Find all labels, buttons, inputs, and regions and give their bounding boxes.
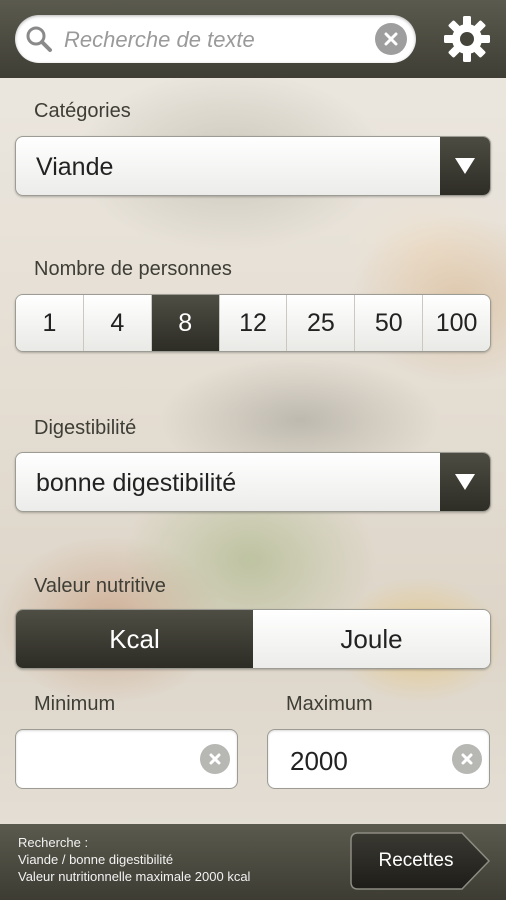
digestibility-label: Digestibilité — [34, 417, 137, 439]
search-summary: Recherche : Viande / bonne digestibilité… — [18, 834, 250, 885]
dropdown-arrow-icon[interactable] — [440, 453, 490, 511]
unit-joule-button[interactable]: Joule — [253, 610, 490, 668]
digestibility-dropdown[interactable]: bonne digestibilité — [15, 452, 491, 512]
summary-line: Recherche : — [18, 835, 89, 850]
top-bar: Recherche de texte — [0, 0, 506, 78]
persons-option-12[interactable]: 12 — [219, 295, 288, 351]
search-icon — [26, 26, 52, 52]
categories-dropdown[interactable]: Viande — [15, 136, 491, 196]
search-field[interactable]: Recherche de texte — [15, 15, 416, 63]
unit-kcal-button[interactable]: Kcal — [16, 610, 253, 668]
clear-minimum-icon[interactable] — [200, 744, 230, 774]
screen: Recherche de texte Catégories Viande Nom… — [0, 0, 506, 900]
persons-option-100[interactable]: 100 — [423, 295, 490, 351]
digestibility-selected: bonne digestibilité — [36, 469, 237, 497]
persons-selector: 1 4 8 12 25 50 100 — [15, 294, 491, 352]
persons-option-1[interactable]: 1 — [16, 295, 84, 351]
persons-option-25[interactable]: 25 — [287, 295, 356, 351]
maximum-label: Maximum — [286, 693, 373, 715]
search-placeholder[interactable]: Recherche de texte — [64, 27, 255, 53]
recettes-label: Recettes — [378, 850, 454, 871]
maximum-input[interactable]: 2000 — [267, 729, 490, 789]
minimum-label: Minimum — [34, 693, 116, 715]
recettes-button[interactable]: Recettes — [350, 832, 491, 890]
persons-option-50[interactable]: 50 — [355, 295, 424, 351]
categories-selected: Viande — [36, 153, 114, 181]
gear-icon[interactable] — [442, 14, 492, 64]
clear-search-icon[interactable] — [375, 23, 407, 55]
clear-maximum-icon[interactable] — [452, 744, 482, 774]
persons-option-8[interactable]: 8 — [151, 295, 220, 351]
dropdown-arrow-icon[interactable] — [440, 137, 490, 195]
categories-label: Catégories — [34, 100, 131, 122]
unit-toggle: Kcal Joule — [15, 609, 491, 669]
persons-label: Nombre de personnes — [34, 258, 232, 280]
nutrition-label: Valeur nutritive — [34, 575, 166, 597]
minimum-input[interactable] — [15, 729, 238, 789]
summary-line: Viande / bonne digestibilité — [18, 852, 174, 867]
maximum-value: 2000 — [290, 746, 348, 776]
persons-option-4[interactable]: 4 — [83, 295, 152, 351]
summary-line: Valeur nutritionnelle maximale 2000 kcal — [18, 869, 251, 884]
